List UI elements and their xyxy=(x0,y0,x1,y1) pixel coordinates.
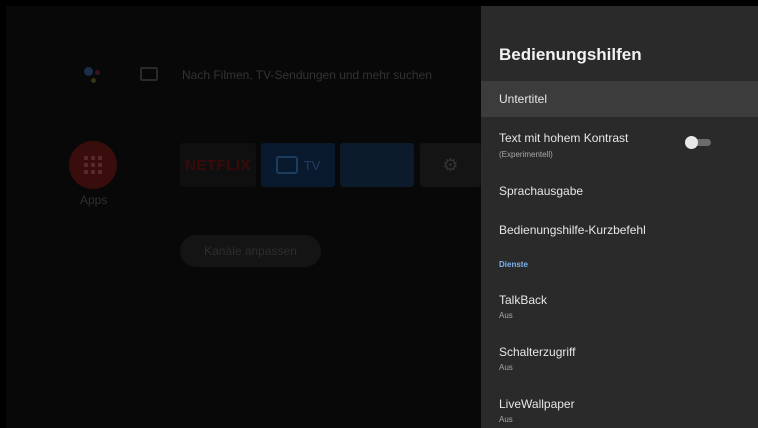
menu-item-shortcut[interactable]: Bedienungshilfe-Kurzbefehl xyxy=(481,214,758,248)
google-assistant-icon[interactable] xyxy=(80,63,104,87)
live-tv-tile[interactable]: TV xyxy=(261,143,335,187)
apps-label: Apps xyxy=(80,193,108,207)
menu-item-sub: Aus xyxy=(499,363,513,372)
keyboard-icon[interactable] xyxy=(140,67,158,81)
play-app-tile[interactable] xyxy=(340,143,414,187)
menu-item-high-contrast-text[interactable]: Text mit hohem Kontrast (Experimentell) xyxy=(481,124,758,168)
netflix-tile-label: NETFLIX xyxy=(185,156,251,174)
menu-item-sub: (Experimentell) xyxy=(499,150,553,159)
menu-item-sprachausgabe[interactable]: Sprachausgabe xyxy=(481,174,758,208)
menu-item-talkback[interactable]: TalkBack Aus xyxy=(481,286,758,326)
menu-item-label: TalkBack xyxy=(499,293,548,307)
menu-item-sub: Aus xyxy=(499,311,513,320)
tv-icon xyxy=(275,156,298,174)
gear-icon: ⚙ xyxy=(442,154,459,175)
section-header-services: Dienste xyxy=(499,260,528,269)
menu-item-label: Schalterzugriff xyxy=(499,345,576,359)
menu-item-untertitel[interactable]: Untertitel xyxy=(481,81,758,117)
search-hint[interactable]: Nach Filmen, TV-Sendungen und mehr suche… xyxy=(182,68,432,82)
menu-item-live-wallpaper[interactable]: LiveWallpaper Aus xyxy=(481,390,758,428)
menu-item-label: LiveWallpaper xyxy=(499,397,575,411)
settings-tile[interactable]: ⚙ xyxy=(420,143,481,187)
menu-item-sub: Aus xyxy=(499,415,513,424)
menu-item-label: Bedienungshilfe-Kurzbefehl xyxy=(499,223,646,237)
customize-channels-button[interactable]: Kanäle anpassen xyxy=(180,235,321,267)
menu-item-label: Untertitel xyxy=(499,92,548,106)
grid-icon xyxy=(84,156,102,174)
menu-item-label: Sprachausgabe xyxy=(499,184,584,198)
accessibility-panel: Bedienungshilfen Untertitel Text mit hoh… xyxy=(481,6,758,428)
apps-button[interactable] xyxy=(69,141,117,189)
menu-item-label: Text mit hohem Kontrast xyxy=(499,131,629,145)
menu-item-switch-access[interactable]: Schalterzugriff Aus xyxy=(481,338,758,378)
home-screen-dimmed: Nach Filmen, TV-Sendungen und mehr suche… xyxy=(6,6,481,428)
screen: Nach Filmen, TV-Sendungen und mehr suche… xyxy=(0,0,758,428)
netflix-tile[interactable]: NETFLIX xyxy=(180,143,256,187)
panel-title: Bedienungshilfen xyxy=(499,45,642,64)
tv-tile-label: TV xyxy=(303,157,321,173)
high-contrast-toggle[interactable] xyxy=(685,136,711,149)
